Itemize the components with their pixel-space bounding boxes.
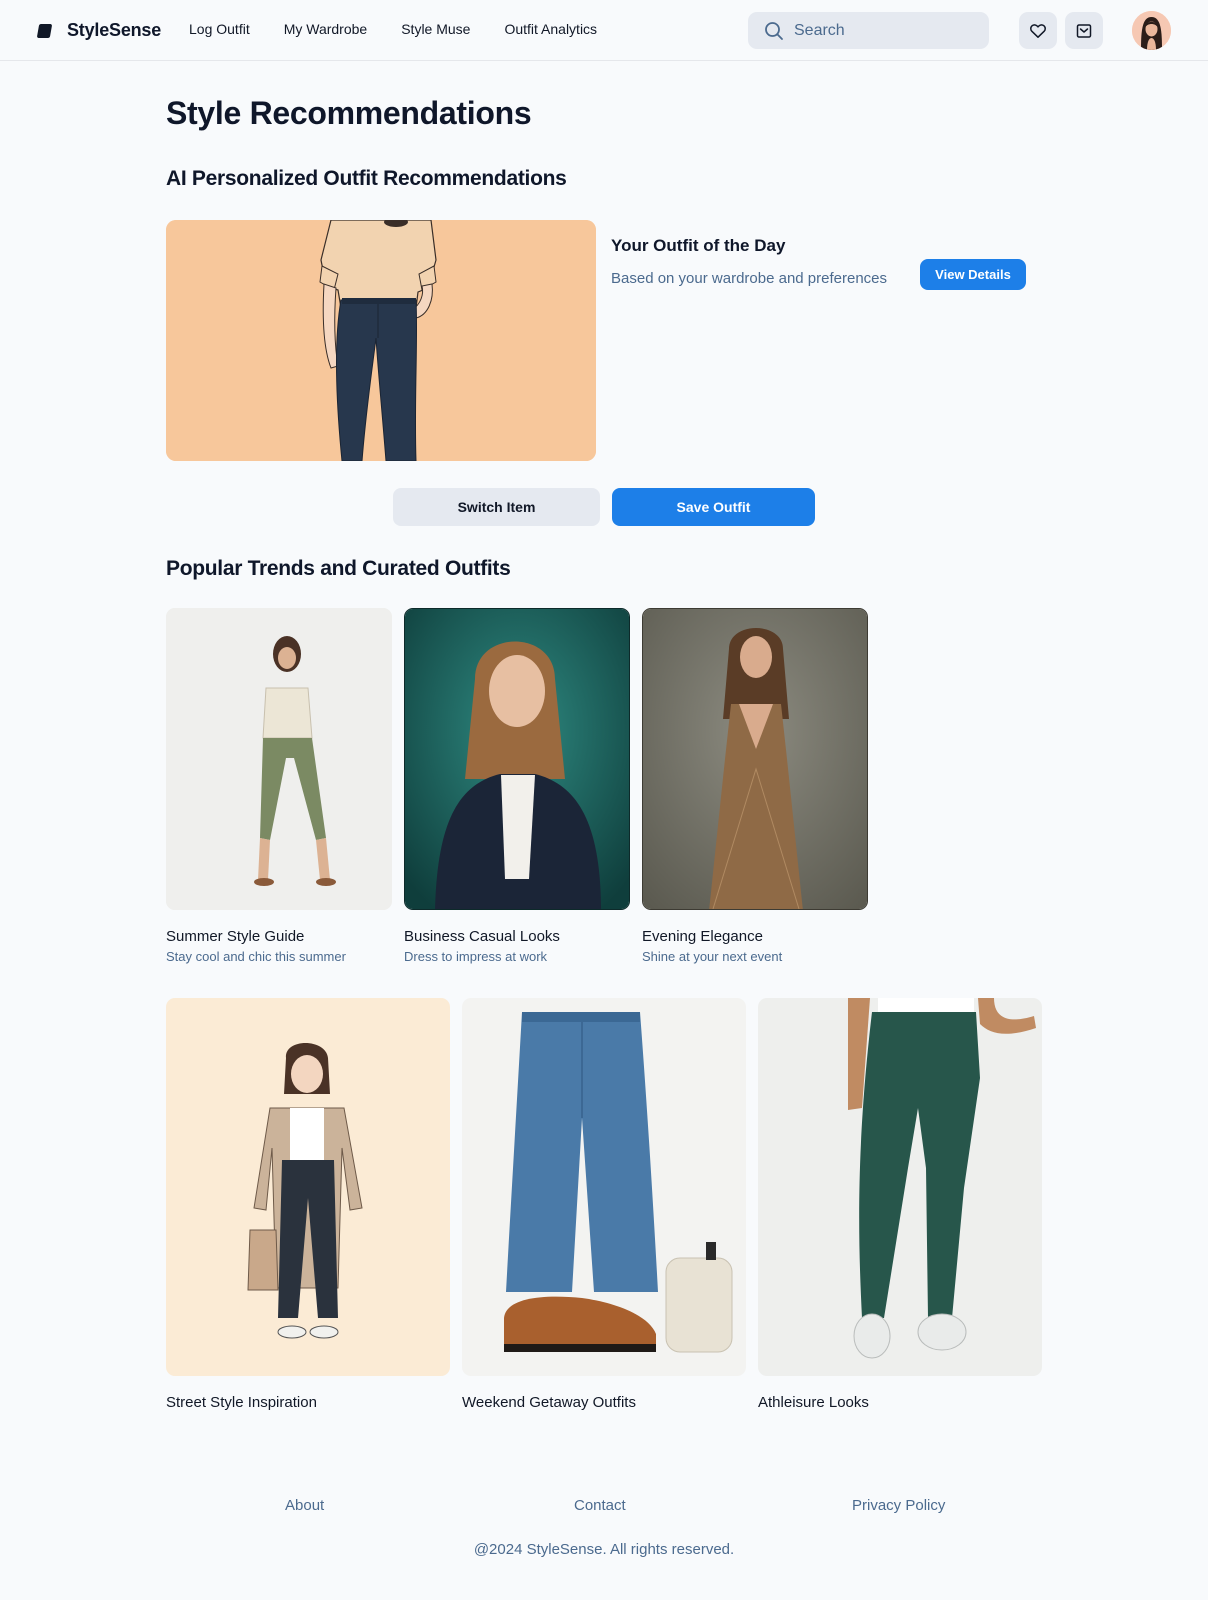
summer-style-image — [166, 608, 392, 910]
nav-item-style-muse[interactable]: Style Muse — [401, 21, 470, 37]
brand-logo[interactable]: StyleSense — [36, 20, 162, 41]
outfit-illustration — [166, 220, 596, 461]
trends-section-title: Popular Trends and Curated Outfits — [166, 557, 511, 580]
main-nav: Log Outfit My Wardrobe Style Muse Outfit… — [189, 21, 631, 37]
switch-item-button[interactable]: Switch Item — [393, 488, 600, 526]
card-title: Business Casual Looks — [404, 928, 560, 945]
street-style-image — [166, 998, 450, 1376]
page-title: Style Recommendations — [166, 95, 532, 131]
search-icon — [765, 21, 783, 40]
nav-item-log-outfit[interactable]: Log Outfit — [189, 21, 250, 37]
footer-link-privacy-policy[interactable]: Privacy Policy — [852, 1497, 945, 1514]
athleisure-image — [758, 998, 1042, 1376]
user-avatar[interactable] — [1132, 11, 1171, 50]
ootd-title: Your Outfit of the Day — [611, 236, 786, 255]
business-casual-image — [404, 608, 630, 910]
stylesense-logo-icon — [36, 23, 53, 38]
view-details-button[interactable]: View Details — [920, 259, 1026, 290]
ai-section-title: AI Personalized Outfit Recommendations — [166, 167, 567, 190]
trend-card[interactable]: Business Casual Looks Dress to impress a… — [404, 608, 630, 964]
ootd-subtitle: Based on your wardrobe and preferences — [611, 270, 888, 287]
card-subtitle: Stay cool and chic this summer — [166, 949, 346, 964]
footer-link-contact[interactable]: Contact — [574, 1497, 626, 1514]
card-title: Summer Style Guide — [166, 928, 305, 945]
weekend-getaway-image — [462, 998, 746, 1376]
curated-card[interactable]: Weekend Getaway Outfits — [462, 998, 746, 1411]
card-subtitle: Dress to impress at work — [404, 949, 548, 964]
trend-card[interactable]: Evening Elegance Shine at your next even… — [642, 608, 868, 964]
card-title: Street Style Inspiration — [166, 1394, 317, 1411]
curated-card[interactable]: Athleisure Looks — [758, 998, 1042, 1411]
trend-card[interactable]: Summer Style Guide Stay cool and chic th… — [166, 608, 392, 964]
search-box[interactable] — [748, 12, 989, 49]
footer-link-about[interactable]: About — [285, 1497, 324, 1514]
save-outfit-button[interactable]: Save Outfit — [612, 488, 815, 526]
card-title: Evening Elegance — [642, 928, 763, 945]
nav-item-my-wardrobe[interactable]: My Wardrobe — [284, 21, 368, 37]
copyright-text: @2024 StyleSense. All rights reserved. — [473, 1541, 735, 1558]
nav-item-outfit-analytics[interactable]: Outfit Analytics — [504, 21, 597, 37]
avatar-portrait — [1132, 11, 1171, 50]
curated-card[interactable]: Street Style Inspiration — [166, 998, 450, 1411]
search-input[interactable] — [794, 21, 974, 40]
inbox-button[interactable] — [1065, 12, 1103, 49]
outfit-of-the-day-image[interactable] — [166, 220, 596, 461]
card-title: Weekend Getaway Outfits — [462, 1394, 636, 1411]
evening-elegance-image — [642, 608, 868, 910]
top-navbar: StyleSense Log Outfit My Wardrobe Style … — [0, 0, 1208, 61]
brand-name: StyleSense — [67, 20, 162, 40]
heart-icon — [1030, 23, 1046, 38]
inbox-icon — [1076, 23, 1092, 38]
card-title: Athleisure Looks — [758, 1394, 869, 1411]
favorites-button[interactable] — [1019, 12, 1057, 49]
card-subtitle: Shine at your next event — [642, 949, 783, 964]
